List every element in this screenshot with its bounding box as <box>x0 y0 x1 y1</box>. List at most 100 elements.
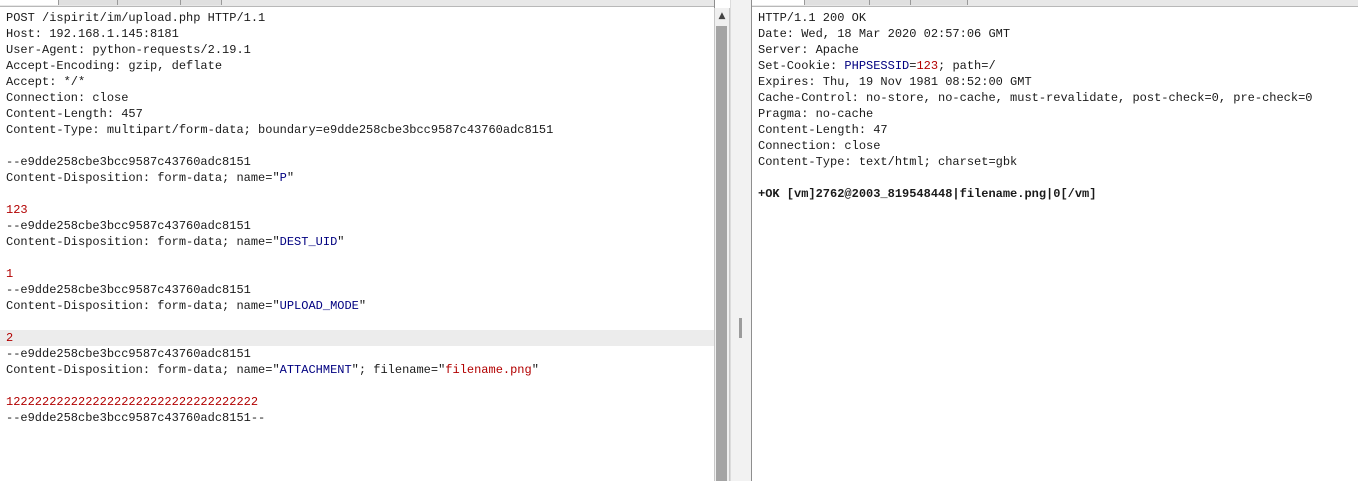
code-token: --e9dde258cbe3bcc9587c43760adc8151-- <box>6 411 266 425</box>
code-line: Content-Disposition: form-data; name="DE… <box>6 234 714 250</box>
code-token: Accept: */* <box>6 75 86 89</box>
code-token: Accept-Encoding: gzip, deflate <box>6 59 223 73</box>
code-token: Content-Disposition: form-data; name=" <box>6 299 280 313</box>
code-line: --e9dde258cbe3bcc9587c43760adc8151 <box>6 218 714 234</box>
code-token: Expires: Thu, 19 Nov 1981 08:52:00 GMT <box>758 75 1032 89</box>
response-tab-strip <box>752 0 1358 7</box>
tab-raw[interactable] <box>752 0 805 5</box>
code-token: Content-Length: 47 <box>758 123 888 137</box>
tab-hex[interactable] <box>181 0 222 5</box>
code-line: User-Agent: python-requests/2.19.1 <box>6 42 714 58</box>
code-line: --e9dde258cbe3bcc9587c43760adc8151-- <box>6 410 714 426</box>
code-token: "; filename=" <box>351 363 446 377</box>
code-line: 123 <box>6 202 714 218</box>
code-token: Pragma: no-cache <box>758 107 874 121</box>
code-line: Accept-Encoding: gzip, deflate <box>6 58 714 74</box>
code-token: Content-Type: multipart/form-data; bound… <box>6 123 554 137</box>
code-line: Content-Disposition: form-data; name="P" <box>6 170 714 186</box>
code-token: 123 <box>6 203 28 217</box>
tab-params[interactable] <box>59 0 118 5</box>
code-line: 12222222222222222222222222222222222 <box>6 394 714 410</box>
code-token: PHPSESSID <box>844 59 910 73</box>
pane-splitter[interactable] <box>730 0 752 481</box>
code-token: " <box>531 363 539 377</box>
request-scrollbar[interactable]: ▲ <box>714 8 730 481</box>
scrollbar-thumb[interactable] <box>716 26 727 481</box>
code-token: Connection: close <box>6 91 129 105</box>
tab-raw[interactable] <box>0 0 59 5</box>
code-line: POST /ispirit/im/upload.php HTTP/1.1 <box>6 10 714 26</box>
response-viewer-pane[interactable]: HTTP/1.1 200 OK Date: Wed, 18 Mar 2020 02… <box>751 0 1358 481</box>
splitter-grip-icon[interactable] <box>739 318 742 338</box>
code-line: Content-Type: text/html; charset=gbk <box>758 154 1358 170</box>
code-line: Content-Disposition: form-data; name="AT… <box>6 362 714 378</box>
code-line: --e9dde258cbe3bcc9587c43760adc8151 <box>6 282 714 298</box>
code-line: Connection: close <box>6 90 714 106</box>
code-token: --e9dde258cbe3bcc9587c43760adc8151 <box>6 219 251 233</box>
request-editor-pane[interactable]: POST /ispirit/im/upload.php HTTP/1.1 Host… <box>0 0 715 481</box>
tab-headers[interactable] <box>805 0 870 5</box>
code-line: Host: 192.168.1.145:8181 <box>6 26 714 42</box>
code-line: 1 <box>6 266 714 282</box>
code-line: Content-Length: 47 <box>758 122 1358 138</box>
tab-headers[interactable] <box>118 0 181 5</box>
code-token: " <box>337 235 345 249</box>
code-token: Content-Disposition: form-data; name=" <box>6 363 280 377</box>
code-line: Content-Type: multipart/form-data; bound… <box>6 122 714 138</box>
code-token: 123 <box>916 59 939 73</box>
code-token: --e9dde258cbe3bcc9587c43760adc8151 <box>6 155 251 169</box>
code-token: UPLOAD_MODE <box>279 299 359 313</box>
code-token: User-Agent: python-requests/2.19.1 <box>6 43 251 57</box>
code-line: Connection: close <box>758 138 1358 154</box>
code-token: Content-Disposition: form-data; name=" <box>6 171 280 185</box>
scroll-up-arrow-icon[interactable]: ▲ <box>715 10 729 22</box>
code-token: 12222222222222222222222222222222222 <box>6 395 259 409</box>
code-token: DEST_UID <box>279 235 338 249</box>
code-line: Expires: Thu, 19 Nov 1981 08:52:00 GMT <box>758 74 1358 90</box>
code-token: Connection: close <box>758 139 881 153</box>
code-token: Content-Disposition: form-data; name=" <box>6 235 280 249</box>
code-line: Content-Length: 457 <box>6 106 714 122</box>
code-token: " <box>358 299 367 313</box>
code-line: 2 <box>0 330 714 346</box>
code-token: 1 <box>6 267 14 281</box>
tab-hex[interactable] <box>870 0 911 5</box>
request-tab-strip <box>0 0 714 7</box>
tab-render[interactable] <box>911 0 968 5</box>
code-line: Cache-Control: no-store, no-cache, must-… <box>758 90 1358 106</box>
request-text[interactable]: POST /ispirit/im/upload.php HTTP/1.1 Host… <box>0 10 714 426</box>
code-line: Pragma: no-cache <box>758 106 1358 122</box>
code-token: ; path=/ <box>938 59 996 73</box>
code-token: filename.png <box>445 363 532 377</box>
code-token: Host: 192.168.1.145:8181 <box>6 27 179 41</box>
code-token: HTTP/1.1 200 OK <box>758 11 867 25</box>
code-token: Date: Wed, 18 Mar 2020 02:57:06 GMT <box>758 27 1011 41</box>
code-token: P <box>279 171 287 185</box>
code-token: ATTACHMENT <box>279 363 352 377</box>
code-line: Content-Disposition: form-data; name="UP… <box>6 298 714 314</box>
code-line: --e9dde258cbe3bcc9587c43760adc8151 <box>6 154 714 170</box>
code-token: POST /ispirit/im/upload.php HTTP/1.1 <box>6 11 266 25</box>
code-line: Server: Apache <box>758 42 1358 58</box>
code-line: Accept: */* <box>6 74 714 90</box>
code-token: Content-Length: 457 <box>6 107 143 121</box>
code-line: HTTP/1.1 200 OK <box>758 10 1358 26</box>
code-token: Content-Type: text/html; charset=gbk <box>758 155 1018 169</box>
code-token: Server: Apache <box>758 43 859 57</box>
code-line: Set-Cookie: PHPSESSID=123; path=/ <box>758 58 1358 74</box>
response-text[interactable]: HTTP/1.1 200 OK Date: Wed, 18 Mar 2020 02… <box>758 10 1358 202</box>
code-token: --e9dde258cbe3bcc9587c43760adc8151 <box>6 283 251 297</box>
code-line: +OK [vm]2762@2003_819548448|filename.png… <box>758 186 1358 202</box>
code-token: 2 <box>6 331 14 345</box>
code-line: Date: Wed, 18 Mar 2020 02:57:06 GMT <box>758 26 1358 42</box>
code-line: --e9dde258cbe3bcc9587c43760adc8151 <box>6 346 714 362</box>
code-token: Cache-Control: no-store, no-cache, must-… <box>758 91 1313 105</box>
code-token: Set-Cookie: <box>758 59 845 73</box>
code-token: --e9dde258cbe3bcc9587c43760adc8151 <box>6 347 251 361</box>
